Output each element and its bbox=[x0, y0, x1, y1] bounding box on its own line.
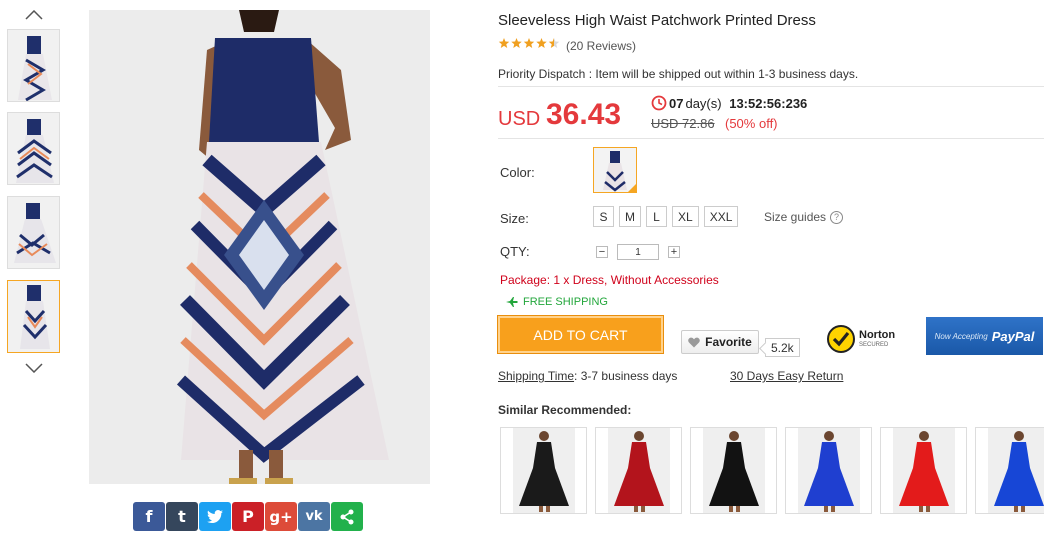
paypal-brand: PayPal bbox=[991, 328, 1035, 344]
free-shipping-label: FREE SHIPPING bbox=[523, 296, 608, 308]
thumbnail-3[interactable] bbox=[7, 196, 60, 269]
rating-row: (20 Reviews) bbox=[498, 38, 636, 53]
qty-plus-button[interactable]: + bbox=[668, 246, 680, 258]
dress-thumbnail-image bbox=[8, 197, 59, 268]
stars-graphic bbox=[498, 38, 560, 48]
dress-photo bbox=[89, 10, 430, 484]
qty-label: QTY: bbox=[500, 244, 530, 259]
favorite-label: Favorite bbox=[705, 335, 752, 349]
similar-product-image bbox=[797, 428, 860, 513]
priority-dispatch-text: Priority Dispatch : Item will be shipped… bbox=[498, 67, 859, 81]
size-label: Size: bbox=[500, 211, 529, 226]
dress-thumbnail-image bbox=[8, 30, 59, 101]
size-option-xl[interactable]: XL bbox=[672, 206, 699, 227]
shipping-time-link[interactable]: Shipping Time bbox=[498, 369, 574, 383]
chevron-down-icon bbox=[25, 363, 43, 373]
similar-product-image bbox=[892, 428, 955, 513]
star-3 bbox=[523, 38, 535, 48]
size-option-s[interactable]: S bbox=[593, 206, 614, 227]
thumbnail-2[interactable] bbox=[7, 112, 60, 185]
countdown-time: 13:52:56:236 bbox=[729, 95, 808, 111]
color-label: Color: bbox=[500, 165, 535, 180]
color-swatch-selected[interactable] bbox=[593, 147, 637, 193]
similar-product-3[interactable] bbox=[690, 427, 777, 514]
chevron-up-icon bbox=[25, 10, 43, 20]
tumblr-icon[interactable]: t bbox=[166, 502, 198, 531]
norton-secured-badge: Norton SECURED bbox=[826, 322, 900, 356]
similar-product-6[interactable] bbox=[975, 427, 1044, 514]
selected-indicator bbox=[628, 184, 636, 192]
similar-recommended-title: Similar Recommended: bbox=[498, 403, 632, 417]
share-icon[interactable] bbox=[331, 502, 363, 531]
facebook-icon[interactable]: f bbox=[133, 502, 165, 531]
product-title: Sleeveless High Waist Patchwork Printed … bbox=[498, 12, 816, 29]
main-product-image[interactable] bbox=[89, 10, 430, 484]
original-price: USD 72.86 bbox=[651, 116, 715, 131]
star-1 bbox=[498, 38, 510, 48]
clock-icon bbox=[651, 95, 667, 111]
thumbnail-4[interactable] bbox=[7, 280, 60, 353]
similar-product-image bbox=[607, 428, 670, 513]
thumbnail-down-button[interactable] bbox=[22, 360, 46, 376]
star-rating-icon bbox=[498, 38, 560, 53]
dress-thumbnail-image bbox=[8, 281, 59, 352]
similar-product-image bbox=[702, 428, 765, 513]
favorite-button[interactable]: Favorite bbox=[681, 330, 759, 354]
star-5 bbox=[548, 38, 560, 48]
twitter-icon[interactable] bbox=[199, 502, 231, 531]
norton-check-icon bbox=[827, 325, 855, 353]
pinterest-icon[interactable]: P bbox=[232, 502, 264, 531]
returns-link[interactable]: 30 Days Easy Return bbox=[730, 369, 843, 383]
share-nodes-glyph bbox=[340, 509, 354, 524]
thumbnail-up-button[interactable] bbox=[22, 7, 46, 23]
divider bbox=[498, 86, 1044, 87]
current-price: 36.43 bbox=[546, 98, 622, 131]
share-buttons: f t P g+ vk bbox=[133, 502, 363, 531]
norton-name: Norton bbox=[859, 329, 896, 341]
help-icon: ? bbox=[830, 210, 844, 224]
size-guides-link[interactable]: Size guides ? bbox=[764, 210, 844, 224]
heart-icon bbox=[688, 337, 700, 347]
similar-product-image bbox=[512, 428, 575, 513]
size-option-m[interactable]: M bbox=[619, 206, 641, 227]
size-options: S M L XL XXL bbox=[593, 206, 739, 227]
similar-products-row bbox=[500, 427, 1044, 514]
similar-product-1[interactable] bbox=[500, 427, 587, 514]
star-4 bbox=[536, 38, 547, 48]
discount-badge: (50% off) bbox=[725, 116, 778, 131]
similar-product-4[interactable] bbox=[785, 427, 872, 514]
thumbnail-1[interactable] bbox=[7, 29, 60, 102]
countdown-timer: 07 day(s) 13:52:56:236 bbox=[651, 95, 807, 111]
shipping-time-value: : 3-7 business days bbox=[574, 369, 678, 383]
free-shipping-note: FREE SHIPPING bbox=[506, 296, 608, 308]
countdown-days-label: day(s) bbox=[685, 95, 722, 111]
price-currency: USD bbox=[498, 108, 541, 130]
similar-product-image bbox=[987, 428, 1044, 513]
dress-thumbnail-image bbox=[8, 113, 59, 184]
paypal-prefix: Now Accepting bbox=[934, 331, 988, 341]
similar-product-5[interactable] bbox=[880, 427, 967, 514]
vk-icon[interactable]: vk bbox=[298, 502, 330, 531]
size-option-xxl[interactable]: XXL bbox=[703, 206, 739, 227]
star-2 bbox=[511, 38, 522, 48]
qty-minus-button[interactable]: − bbox=[596, 246, 608, 258]
favorite-count: 5.2k bbox=[765, 338, 800, 357]
divider bbox=[498, 138, 1044, 139]
google-plus-icon[interactable]: g+ bbox=[265, 502, 297, 531]
reviews-link[interactable]: (20 Reviews) bbox=[566, 39, 636, 53]
shipping-time: Shipping Time: 3-7 business days bbox=[498, 369, 677, 383]
twitter-bird-glyph bbox=[207, 509, 223, 523]
qty-input[interactable] bbox=[617, 244, 659, 260]
similar-product-2[interactable] bbox=[595, 427, 682, 514]
norton-sub: SECURED bbox=[859, 342, 889, 348]
quantity-stepper: − + bbox=[596, 244, 680, 260]
size-guides-label: Size guides bbox=[764, 210, 827, 224]
package-info: Package: 1 x Dress, Without Accessories bbox=[500, 273, 719, 287]
paypal-badge: Now Accepting PayPal bbox=[926, 317, 1043, 355]
size-option-l[interactable]: L bbox=[646, 206, 667, 227]
countdown-days: 07 bbox=[669, 95, 684, 111]
add-to-cart-button[interactable]: ADD TO CART bbox=[497, 315, 664, 354]
plane-icon bbox=[506, 297, 518, 307]
